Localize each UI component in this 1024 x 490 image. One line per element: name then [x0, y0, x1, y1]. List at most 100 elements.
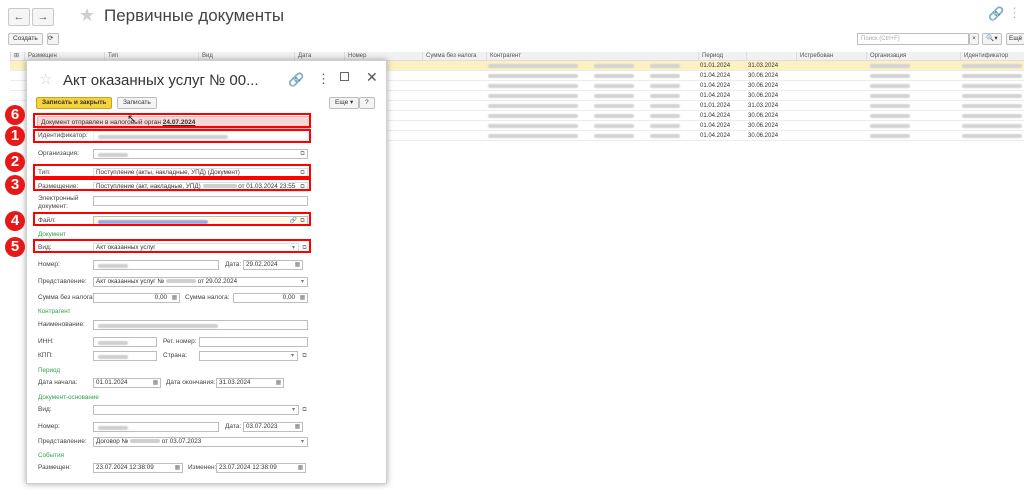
maximize-icon[interactable]	[340, 72, 349, 81]
annotation-badge: 2	[5, 152, 25, 172]
more-icon[interactable]: ⋮	[1008, 5, 1021, 21]
basis-number-field[interactable]	[93, 422, 219, 432]
open-icon[interactable]: ⧉	[300, 351, 309, 361]
name-label: Наименование:	[38, 321, 85, 328]
chevron-down-icon[interactable]: ▾	[288, 352, 297, 360]
identifier-label: Идентификатор:	[38, 132, 88, 139]
basis-date-field[interactable]: 03.07.2023 ▦	[243, 422, 303, 432]
more-icon[interactable]: ⋮	[317, 71, 330, 87]
column-header[interactable]: Истребован	[796, 52, 866, 61]
open-icon[interactable]: ⧉	[298, 150, 307, 158]
document-dialog: ☆ Акт оказанных услуг № 00... 🔗 ⋮ ✕ Запи…	[26, 60, 387, 484]
column-header[interactable]: Период	[698, 52, 746, 61]
period-end: 30.06.2024	[748, 83, 779, 89]
refresh-icon[interactable]: ⟳	[47, 33, 59, 45]
chevron-down-icon[interactable]: ▾	[289, 406, 298, 414]
column-header[interactable]: Идентификатор	[960, 52, 1024, 61]
placement-label: Размещение:	[38, 183, 79, 190]
period-end: 30.06.2024	[748, 113, 779, 119]
regnum-field[interactable]	[199, 337, 308, 347]
basis-kind-select[interactable]: ▾	[93, 405, 299, 415]
kpp-field[interactable]	[93, 351, 157, 361]
column-header[interactable]: Организация	[866, 52, 960, 61]
back-button[interactable]: ←	[8, 8, 30, 26]
annotation-badge: 6	[5, 105, 25, 125]
period-end: 30.06.2024	[748, 73, 779, 79]
number-field[interactable]	[93, 260, 219, 270]
calculator-icon[interactable]: ▦	[298, 294, 307, 302]
inn-label: ИНН:	[38, 338, 54, 345]
basis-number-label: Номер:	[38, 423, 60, 430]
open-icon[interactable]: ⧉	[298, 217, 307, 225]
favorite-star-icon[interactable]: ★	[79, 5, 95, 26]
organization-field[interactable]: ⧉	[93, 149, 308, 159]
section-events: События	[38, 452, 64, 459]
name-field[interactable]	[93, 320, 308, 330]
placement-field[interactable]: Поступление (акт, накладные, УПД) от 01.…	[93, 182, 308, 192]
favorite-star-icon[interactable]: ☆	[39, 70, 52, 88]
link-icon[interactable]: 🔗	[288, 72, 304, 88]
period-start: 01.04.2024	[700, 113, 731, 119]
search-input[interactable]: Поиск (Ctrl+F)	[857, 33, 969, 45]
create-button[interactable]: Создать	[8, 33, 43, 45]
number-label: Номер:	[38, 261, 60, 268]
section-document: Документ	[38, 231, 66, 238]
type-field[interactable]: Поступление (акты, накладные, УПД) (Доку…	[93, 168, 308, 178]
link-icon[interactable]: 🔗	[988, 6, 1004, 22]
calendar-icon[interactable]: ▦	[151, 379, 160, 387]
calendar-icon[interactable]: ▦	[296, 464, 305, 472]
close-icon[interactable]: ✕	[366, 69, 378, 86]
file-field[interactable]: 🔗 ⧉	[93, 216, 308, 226]
open-icon[interactable]: ⧉	[300, 243, 309, 253]
calendar-icon[interactable]: ▦	[274, 379, 283, 387]
column-header[interactable]: Сумма без налога	[422, 52, 486, 61]
forward-button[interactable]: →	[32, 8, 54, 26]
save-button[interactable]: Записать	[117, 97, 157, 109]
column-header[interactable]	[746, 52, 796, 61]
tax-field[interactable]: 0,00 ▦	[233, 293, 308, 303]
basis-repr-field[interactable]: Договор № от 03.07.2023 ▾	[93, 437, 308, 447]
calculator-icon[interactable]: ▦	[170, 294, 179, 302]
save-and-close-button[interactable]: Записать и закрыть	[36, 97, 113, 109]
kind-select[interactable]: Акт оказанных услуг ▾	[93, 243, 299, 253]
edoc-field[interactable]	[93, 196, 308, 206]
open-icon[interactable]: ⧉	[298, 169, 307, 177]
column-header[interactable]: Контрагент	[486, 52, 698, 61]
end-label: Дата окончания:	[166, 379, 216, 386]
annotation-badge: 1	[5, 126, 25, 146]
representation-field[interactable]: Акт оказанных услуг № от 29.02.2024 ▾	[93, 277, 308, 287]
start-date-field[interactable]: 01.01.2024 ▦	[93, 378, 161, 388]
identifier-field[interactable]	[93, 131, 308, 141]
chevron-down-icon[interactable]: ▾	[289, 244, 298, 252]
sum-field[interactable]: 0,00 ▦	[93, 293, 180, 303]
organization-label: Организация:	[38, 150, 80, 157]
calendar-icon[interactable]: ▦	[293, 261, 302, 269]
info-date-link[interactable]: 24.07.2024	[163, 119, 196, 126]
country-select[interactable]: ▾	[199, 351, 298, 361]
cursor-icon: ↖	[127, 113, 137, 125]
clear-search-icon[interactable]: ×	[969, 33, 979, 45]
search-icon[interactable]: 🔍▾	[982, 33, 1002, 45]
attach-icon[interactable]: 🔗	[289, 217, 298, 225]
more-button[interactable]: Ещё	[1006, 33, 1024, 45]
date-field[interactable]: 29.02.2024 ▦	[243, 260, 303, 270]
placed-label: Размещен:	[38, 464, 72, 471]
calendar-icon[interactable]: ▦	[293, 423, 302, 431]
period-end: 30.06.2024	[748, 133, 779, 139]
annotation-badge: 3	[5, 175, 25, 195]
end-date-field[interactable]: 31.03.2024 ▦	[216, 378, 284, 388]
placed-field[interactable]: 23.07.2024 12:38:09 ▦	[93, 463, 183, 473]
chevron-down-icon[interactable]: ▾	[298, 438, 307, 446]
chevron-down-icon[interactable]: ▾	[298, 278, 307, 286]
section-counterparty: Контрагент	[38, 308, 71, 315]
open-icon[interactable]: ⧉	[300, 405, 309, 415]
page-title: Первичные документы	[104, 6, 285, 25]
tax-label: Сумма налога:	[185, 294, 230, 301]
calendar-icon[interactable]: ▦	[173, 464, 182, 472]
inn-field[interactable]	[93, 337, 157, 347]
changed-field[interactable]: 23.07.2024 12:38:09 ▦	[216, 463, 306, 473]
open-icon[interactable]: ⧉	[298, 183, 307, 191]
more-button[interactable]: Еще ▾	[329, 97, 360, 109]
date-label: Дата:	[225, 261, 242, 268]
help-button[interactable]: ?	[359, 97, 375, 109]
